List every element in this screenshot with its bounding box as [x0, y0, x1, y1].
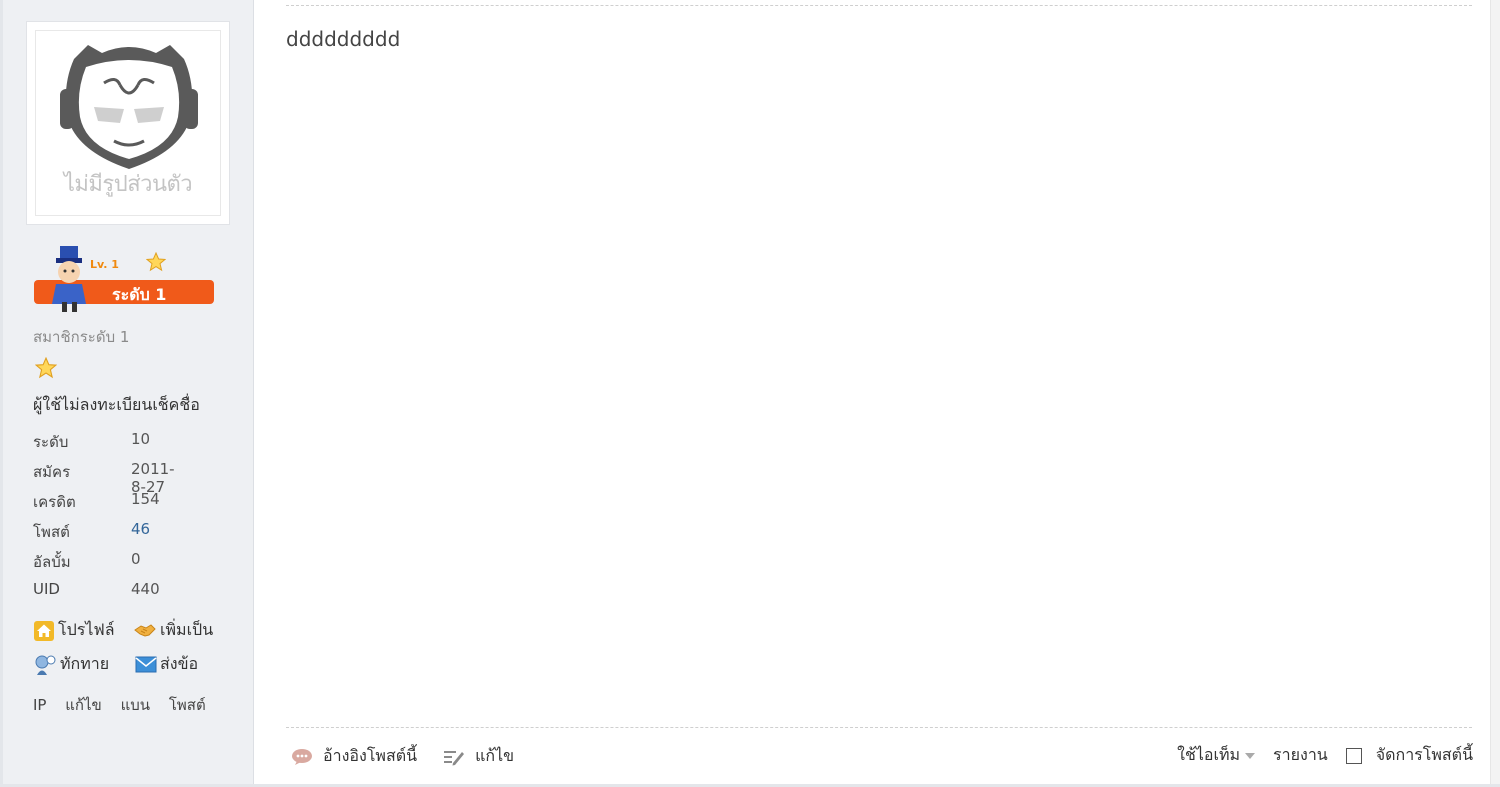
stat-value[interactable]: 0: [131, 550, 141, 568]
author-sidebar: ไม่มีรูปส่วนตัว Lv. 1 ระดับ 1 สมาชิกระดั…: [0, 0, 254, 787]
send-message-link[interactable]: ส่งข้อ: [135, 652, 198, 677]
greet-icon: [35, 655, 56, 675]
post-actions-left: อ้างอิงโพสต์นี้ แก้ไข: [291, 744, 540, 769]
quote-post-label: อ้างอิงโพสต์นี้: [323, 746, 418, 765]
send-message-label: ส่งข้อ: [160, 654, 199, 673]
rank-badge: Lv. 1 ระดับ 1: [32, 240, 216, 312]
profile-link[interactable]: โปรไฟล์: [33, 618, 115, 643]
post-divider-top: [286, 5, 1472, 6]
quote-post-button[interactable]: อ้างอิงโพสต์นี้: [291, 744, 417, 769]
stat-label: โพสต์: [33, 523, 70, 541]
mail-icon: [135, 656, 157, 672]
manage-post-label: จัดการโพสต์นี้: [1375, 745, 1473, 764]
report-button[interactable]: รายงาน: [1273, 743, 1328, 768]
user-posts-link[interactable]: โพสต์: [169, 696, 206, 714]
stat-label: อัลบั้ม: [33, 553, 71, 571]
stat-value: 10: [131, 430, 151, 448]
handshake-icon: [134, 623, 156, 637]
edit-icon: [444, 750, 465, 765]
ban-user-link[interactable]: แบน: [121, 696, 150, 714]
avatar[interactable]: ไม่มีรูปส่วนตัว: [26, 21, 230, 225]
custom-title: ผู้ใช้ไม่ลงทะเบียนเช็คชื่อ: [33, 395, 200, 414]
group-title[interactable]: สมาชิกระดับ 1: [33, 325, 129, 349]
greet-link[interactable]: ทักทาย: [33, 652, 109, 677]
rank-label: ระดับ 1: [112, 285, 167, 304]
report-label: รายงาน: [1273, 745, 1328, 764]
manage-post-checkbox[interactable]: [1345, 747, 1362, 764]
greet-label: ทักทาย: [60, 654, 110, 673]
use-item-label: ใช้ไอเท็ม: [1177, 745, 1241, 764]
use-item-dropdown[interactable]: ใช้ไอเท็ม: [1177, 743, 1256, 768]
avatar-caption: ไม่มีรูปส่วนตัว: [63, 172, 193, 197]
stat-label: เครดิต: [33, 493, 76, 511]
chevron-down-icon: [1245, 752, 1256, 759]
ip-link[interactable]: IP: [33, 696, 46, 714]
star-icon: [146, 252, 166, 272]
default-avatar-icon: [60, 45, 198, 169]
stat-label: UID: [33, 580, 60, 598]
stat-value: 440: [131, 580, 160, 598]
profile-label: โปรไฟล์: [58, 620, 115, 639]
add-friend-label: เพิ่มเป็น: [160, 620, 214, 639]
star-icon: [35, 357, 57, 379]
add-friend-link[interactable]: เพิ่มเป็น: [133, 618, 213, 643]
edit-post-button[interactable]: แก้ไข: [443, 744, 514, 769]
admin-links: IP แก้ไข แบน โพสต์: [33, 693, 214, 717]
rank-level-label: Lv. 1: [90, 258, 119, 271]
stat-label: ระดับ: [33, 433, 69, 451]
edit-post-label: แก้ไข: [475, 746, 515, 765]
post-divider-bottom: [286, 727, 1472, 728]
edit-user-link[interactable]: แก้ไข: [65, 696, 102, 714]
stat-label: สมัคร: [33, 463, 71, 481]
avatar-frame: ไม่มีรูปส่วนตัว: [35, 30, 221, 216]
post-actions-right: ใช้ไอเท็ม รายงาน จัดการโพสต์นี้: [1159, 743, 1473, 768]
post-content: ddddddddd: [286, 27, 401, 51]
manage-post-toggle[interactable]: จัดการโพสต์นี้: [1345, 743, 1473, 768]
mascot-icon: [52, 246, 86, 312]
stat-value: 154: [131, 490, 160, 508]
page-right-edge: [1490, 0, 1500, 787]
posts-count-link[interactable]: 46: [131, 520, 150, 538]
home-icon: [34, 620, 54, 641]
speech-bubble-icon: [292, 748, 312, 765]
